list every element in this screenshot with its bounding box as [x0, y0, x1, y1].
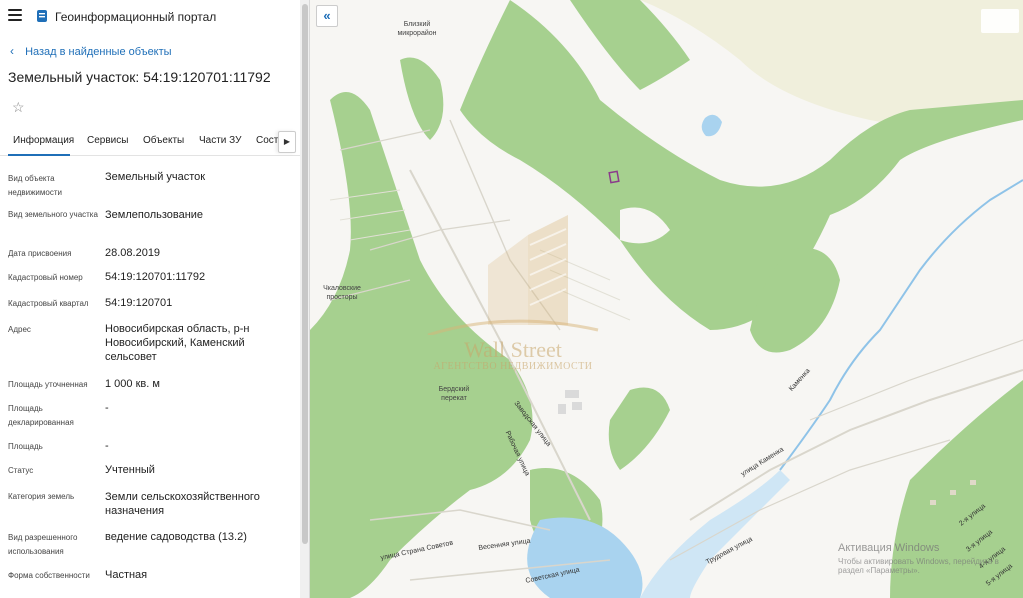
- watermark-title: Wall Street: [464, 337, 562, 362]
- property-value: 28.08.2019: [105, 247, 161, 259]
- property-value: 1 000 кв. м: [105, 378, 160, 390]
- tab-information[interactable]: Информация: [13, 135, 74, 146]
- property-value: Землепользование: [105, 209, 204, 221]
- map-control[interactable]: [981, 9, 1019, 33]
- property-value: ведение садоводства (13.2): [105, 531, 247, 543]
- tab-objects[interactable]: Объекты: [143, 135, 184, 146]
- property-label: Категория земель: [8, 492, 75, 501]
- property-value: -: [105, 402, 109, 414]
- property-label: Площадь: [8, 442, 43, 451]
- tabs-scroll-right-button[interactable]: ▶: [278, 131, 296, 153]
- menu-icon[interactable]: [8, 9, 22, 23]
- map-canvas: [310, 0, 1023, 598]
- os-activation-subtitle: Чтобы активировать Windows, перейдите в …: [838, 557, 999, 575]
- app-title: Геоинформационный портал: [55, 10, 217, 24]
- property-value: 54:19:120701: [105, 297, 173, 309]
- watermark-building-icon: [427, 215, 599, 335]
- property-value: Земельный участок: [105, 171, 206, 183]
- portal-logo-icon: [37, 10, 47, 22]
- property-value: Новосибирская область, р-н Новосибирский…: [105, 323, 250, 363]
- top-bar: Геоинформационный портал: [0, 0, 300, 34]
- place-label: Близкий микрорайон: [397, 21, 437, 37]
- panel-scrollbar-thumb[interactable]: [302, 4, 308, 544]
- tab-composition-clip: Состав: [252, 128, 278, 155]
- tab-parts[interactable]: Части ЗУ: [199, 135, 241, 146]
- property-label: Вид объекта недвижимости: [8, 174, 62, 197]
- property-label: Площадь уточненная: [8, 380, 88, 389]
- back-to-results-link[interactable]: ‹ Назад в найденные объекты: [10, 44, 172, 58]
- property-label: Кадастровый номер: [8, 273, 83, 282]
- property-value: Учтенный: [105, 464, 155, 476]
- place-label: Бердский перекат: [438, 386, 470, 402]
- property-value: Частная: [105, 569, 148, 581]
- property-label: Площадь декларированная: [8, 404, 74, 427]
- property-value: Земли сельскохозяйственного назначения: [105, 491, 260, 517]
- os-activation-title: Активация Windows: [838, 542, 940, 554]
- collapse-panel-button[interactable]: «: [316, 5, 338, 27]
- chevron-left-icon: ‹: [10, 44, 14, 58]
- watermark-subtitle: АГЕНТСТВО НЕДВИЖИМОСТИ: [433, 361, 593, 372]
- back-link-label: Назад в найденные объекты: [25, 46, 172, 58]
- property-label: Форма собственности: [8, 571, 90, 580]
- object-info-panel: Геоинформационный портал ‹ Назад в найде…: [0, 0, 310, 598]
- property-label: Статус: [8, 466, 34, 475]
- object-title: Земельный участок: 54:19:120701:11792: [8, 69, 271, 85]
- info-tabs: Информация Сервисы Объекты Части ЗУ Сост…: [0, 128, 300, 156]
- property-label: Дата присвоения: [8, 249, 72, 258]
- map-view[interactable]: Близкий микрорайон Чкаловские просторы Б…: [310, 0, 1023, 598]
- tab-services[interactable]: Сервисы: [87, 135, 128, 146]
- tab-composition[interactable]: Состав: [256, 135, 278, 146]
- favorite-star-icon[interactable]: ☆: [12, 99, 25, 116]
- property-label: Вид разрешенного использования: [8, 533, 78, 556]
- property-value: 54:19:120701:11792: [105, 271, 206, 283]
- property-label: Кадастровый квартал: [8, 299, 89, 308]
- property-label: Вид земельного участка: [8, 210, 98, 219]
- place-label: Чкаловские просторы: [323, 285, 361, 301]
- active-tab-indicator: [8, 154, 70, 156]
- property-value: -: [105, 440, 109, 452]
- watermark: Wall Street АГЕНТСТВО НЕДВИЖИМОСТИ: [418, 215, 608, 385]
- property-label: Адрес: [8, 325, 31, 334]
